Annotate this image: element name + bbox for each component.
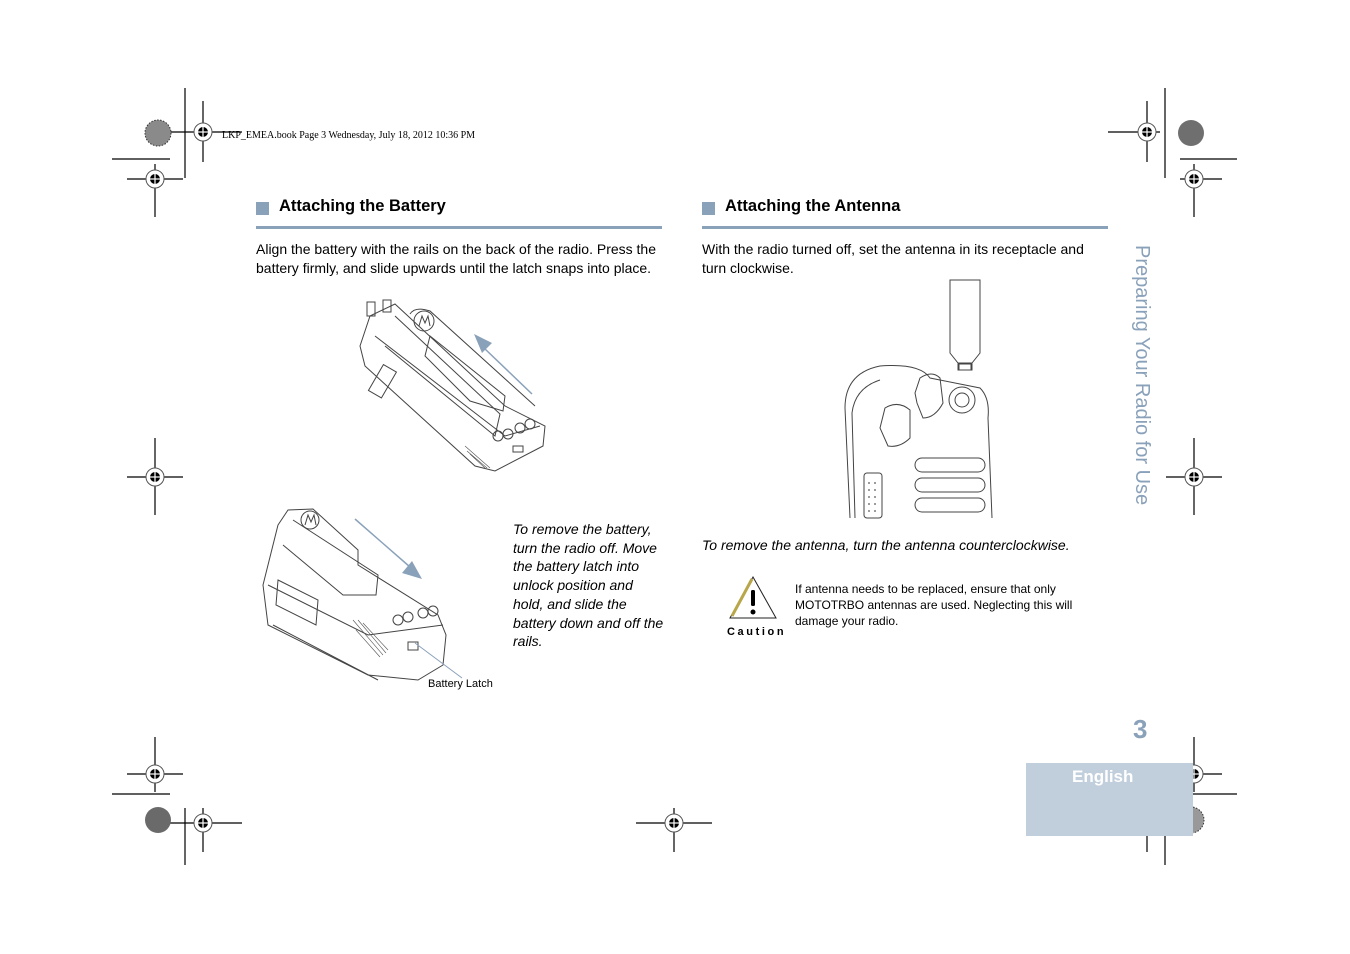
chapter-side-title: Preparing Your Radio for Use: [1127, 245, 1157, 565]
section-bullet-icon: [702, 202, 715, 215]
antenna-illustration: [844, 279, 993, 519]
page-number: 3: [1133, 714, 1148, 744]
section-title: Attaching the Antenna: [725, 197, 901, 215]
battery-latch-callout: Battery Latch: [428, 678, 493, 690]
section-heading-battery: Attaching the Battery: [256, 196, 662, 229]
section-heading-antenna: Attaching the Antenna: [702, 196, 1108, 229]
slide-up-arrow: [474, 334, 533, 395]
battery-instructions: Align the battery with the rails on the …: [256, 241, 656, 276]
battery-latch-leader-line: [414, 642, 463, 679]
battery-removal-note: To remove the battery, turn the radio of…: [513, 521, 664, 650]
language-tab-label: English: [1072, 767, 1134, 786]
section-title: Attaching the Battery: [279, 197, 446, 215]
language-tab: English: [1026, 763, 1193, 836]
antenna-removal-note: To remove the antenna, turn the antenna …: [702, 537, 1070, 553]
caution-triangle-icon: [729, 575, 777, 619]
caution-label: Caution: [727, 626, 787, 638]
caution-text: If antenna needs to be replaced, ensure …: [795, 582, 1073, 628]
slide-down-arrow: [354, 518, 422, 579]
chapter-side-title-text: Preparing Your Radio for Use: [1131, 245, 1153, 506]
print-header: LKP_EMEA.book Page 3 Wednesday, July 18,…: [222, 130, 476, 141]
antenna-instructions: With the radio turned off, set the anten…: [702, 241, 1084, 276]
section-bullet-icon: [256, 202, 269, 215]
